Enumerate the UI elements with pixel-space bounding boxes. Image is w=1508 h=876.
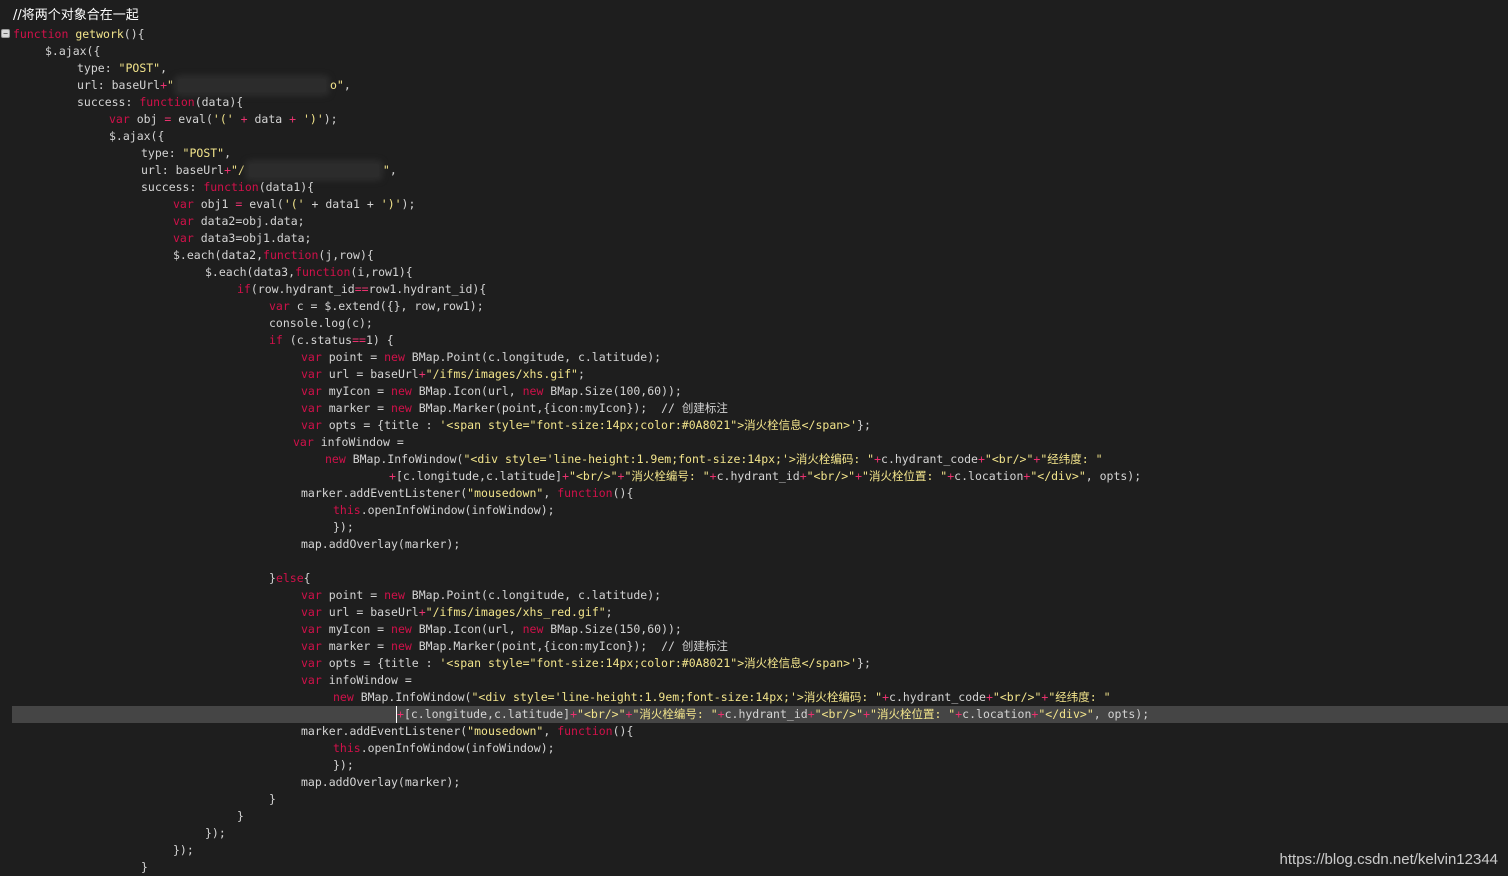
- code-line: new BMap.InfoWindow("<div style='line-he…: [333, 690, 1111, 704]
- code-line: var opts = {title : '<span style="font-s…: [301, 656, 871, 670]
- code-line: if (c.status==1) {: [269, 333, 394, 347]
- code-line: var marker = new BMap.Marker(point,{icon…: [301, 639, 728, 653]
- code-line: marker.addEventListener("mousedown", fun…: [301, 486, 634, 500]
- redacted-url: [177, 79, 326, 92]
- code-line: }else{: [269, 571, 311, 585]
- code-line: type: "POST",: [77, 61, 168, 75]
- code-line: type: "POST",: [141, 146, 232, 160]
- code-line: var obj1 = eval('(' + data1 + ')');: [173, 197, 416, 211]
- code-line: this.openInfoWindow(infoWindow);: [333, 741, 555, 755]
- code-line: $.ajax({: [45, 44, 101, 58]
- code-line: this.openInfoWindow(infoWindow);: [333, 503, 555, 517]
- code-line: });: [173, 843, 194, 857]
- code-line: $.each(data2,function(j,row){: [173, 248, 374, 262]
- code-line: });: [205, 826, 226, 840]
- code-line: if(row.hydrant_id==row1.hydrant_id){: [237, 282, 487, 296]
- code-comment-header: //将两个对象合在一起: [13, 8, 139, 23]
- code-line: });: [333, 758, 354, 772]
- code-line: var point = new BMap.Point(c.longitude, …: [301, 350, 662, 364]
- code-line: $.each(data3,function(i,row1){: [205, 265, 413, 279]
- code-line: var obj = eval('(' + data + ')');: [109, 112, 338, 126]
- code-line: var c = $.extend({}, row,row1);: [269, 299, 484, 313]
- code-line: var point = new BMap.Point(c.longitude, …: [301, 588, 662, 602]
- code-line: marker.addEventListener("mousedown", fun…: [301, 724, 634, 738]
- fold-collapse-icon[interactable]: −: [1, 29, 10, 38]
- code-line: var url = baseUrl+"/ifms/images/xhs.gif"…: [301, 367, 585, 381]
- code-line: }: [141, 860, 148, 874]
- code-line: new BMap.InfoWindow("<div style='line-he…: [325, 452, 1103, 466]
- code-line: success: function(data){: [77, 95, 244, 109]
- code-line: map.addOverlay(marker);: [301, 775, 461, 789]
- code-line: function getwork(){: [13, 27, 145, 41]
- code-line: map.addOverlay(marker);: [301, 537, 461, 551]
- code-line: var url = baseUrl+"/ifms/images/xhs_red.…: [301, 605, 613, 619]
- code-line: +[c.longitude,c.latitude]+"<br/>"+"消火栓编号…: [389, 469, 1142, 483]
- current-code-line[interactable]: +[c.longitude,c.latitude]+"<br/>"+"消火栓编号…: [12, 706, 1508, 723]
- code-line: var myIcon = new BMap.Icon(url, new BMap…: [301, 384, 682, 398]
- code-line: }: [269, 792, 276, 806]
- code-line: var opts = {title : '<span style="font-s…: [301, 418, 871, 432]
- code-line: var marker = new BMap.Marker(point,{icon…: [301, 401, 728, 415]
- code-line: });: [333, 520, 354, 534]
- code-line: var infoWindow =: [293, 435, 404, 449]
- code-line: var infoWindow =: [301, 673, 412, 687]
- text-caret: [396, 706, 397, 723]
- code-line: var data2=obj.data;: [173, 214, 305, 228]
- code-line: console.log(c);: [269, 316, 373, 330]
- code-line: $.ajax({: [109, 129, 165, 143]
- code-line: var data3=obj1.data;: [173, 231, 312, 245]
- code-line: var myIcon = new BMap.Icon(url, new BMap…: [301, 622, 682, 636]
- code-line: }: [237, 809, 244, 823]
- code-line: success: function(data1){: [141, 180, 315, 194]
- editor-gutter: [0, 0, 11, 876]
- code-line: url: baseUrl+"/",: [141, 163, 397, 177]
- code-editor[interactable]: − //将两个对象合在一起 function getwork(){ $.ajax…: [0, 0, 1508, 876]
- watermark: https://blog.csdn.net/kelvin12344: [1279, 851, 1498, 868]
- redacted-url: [248, 164, 379, 177]
- code-line: url: baseUrl+" o",: [77, 78, 351, 92]
